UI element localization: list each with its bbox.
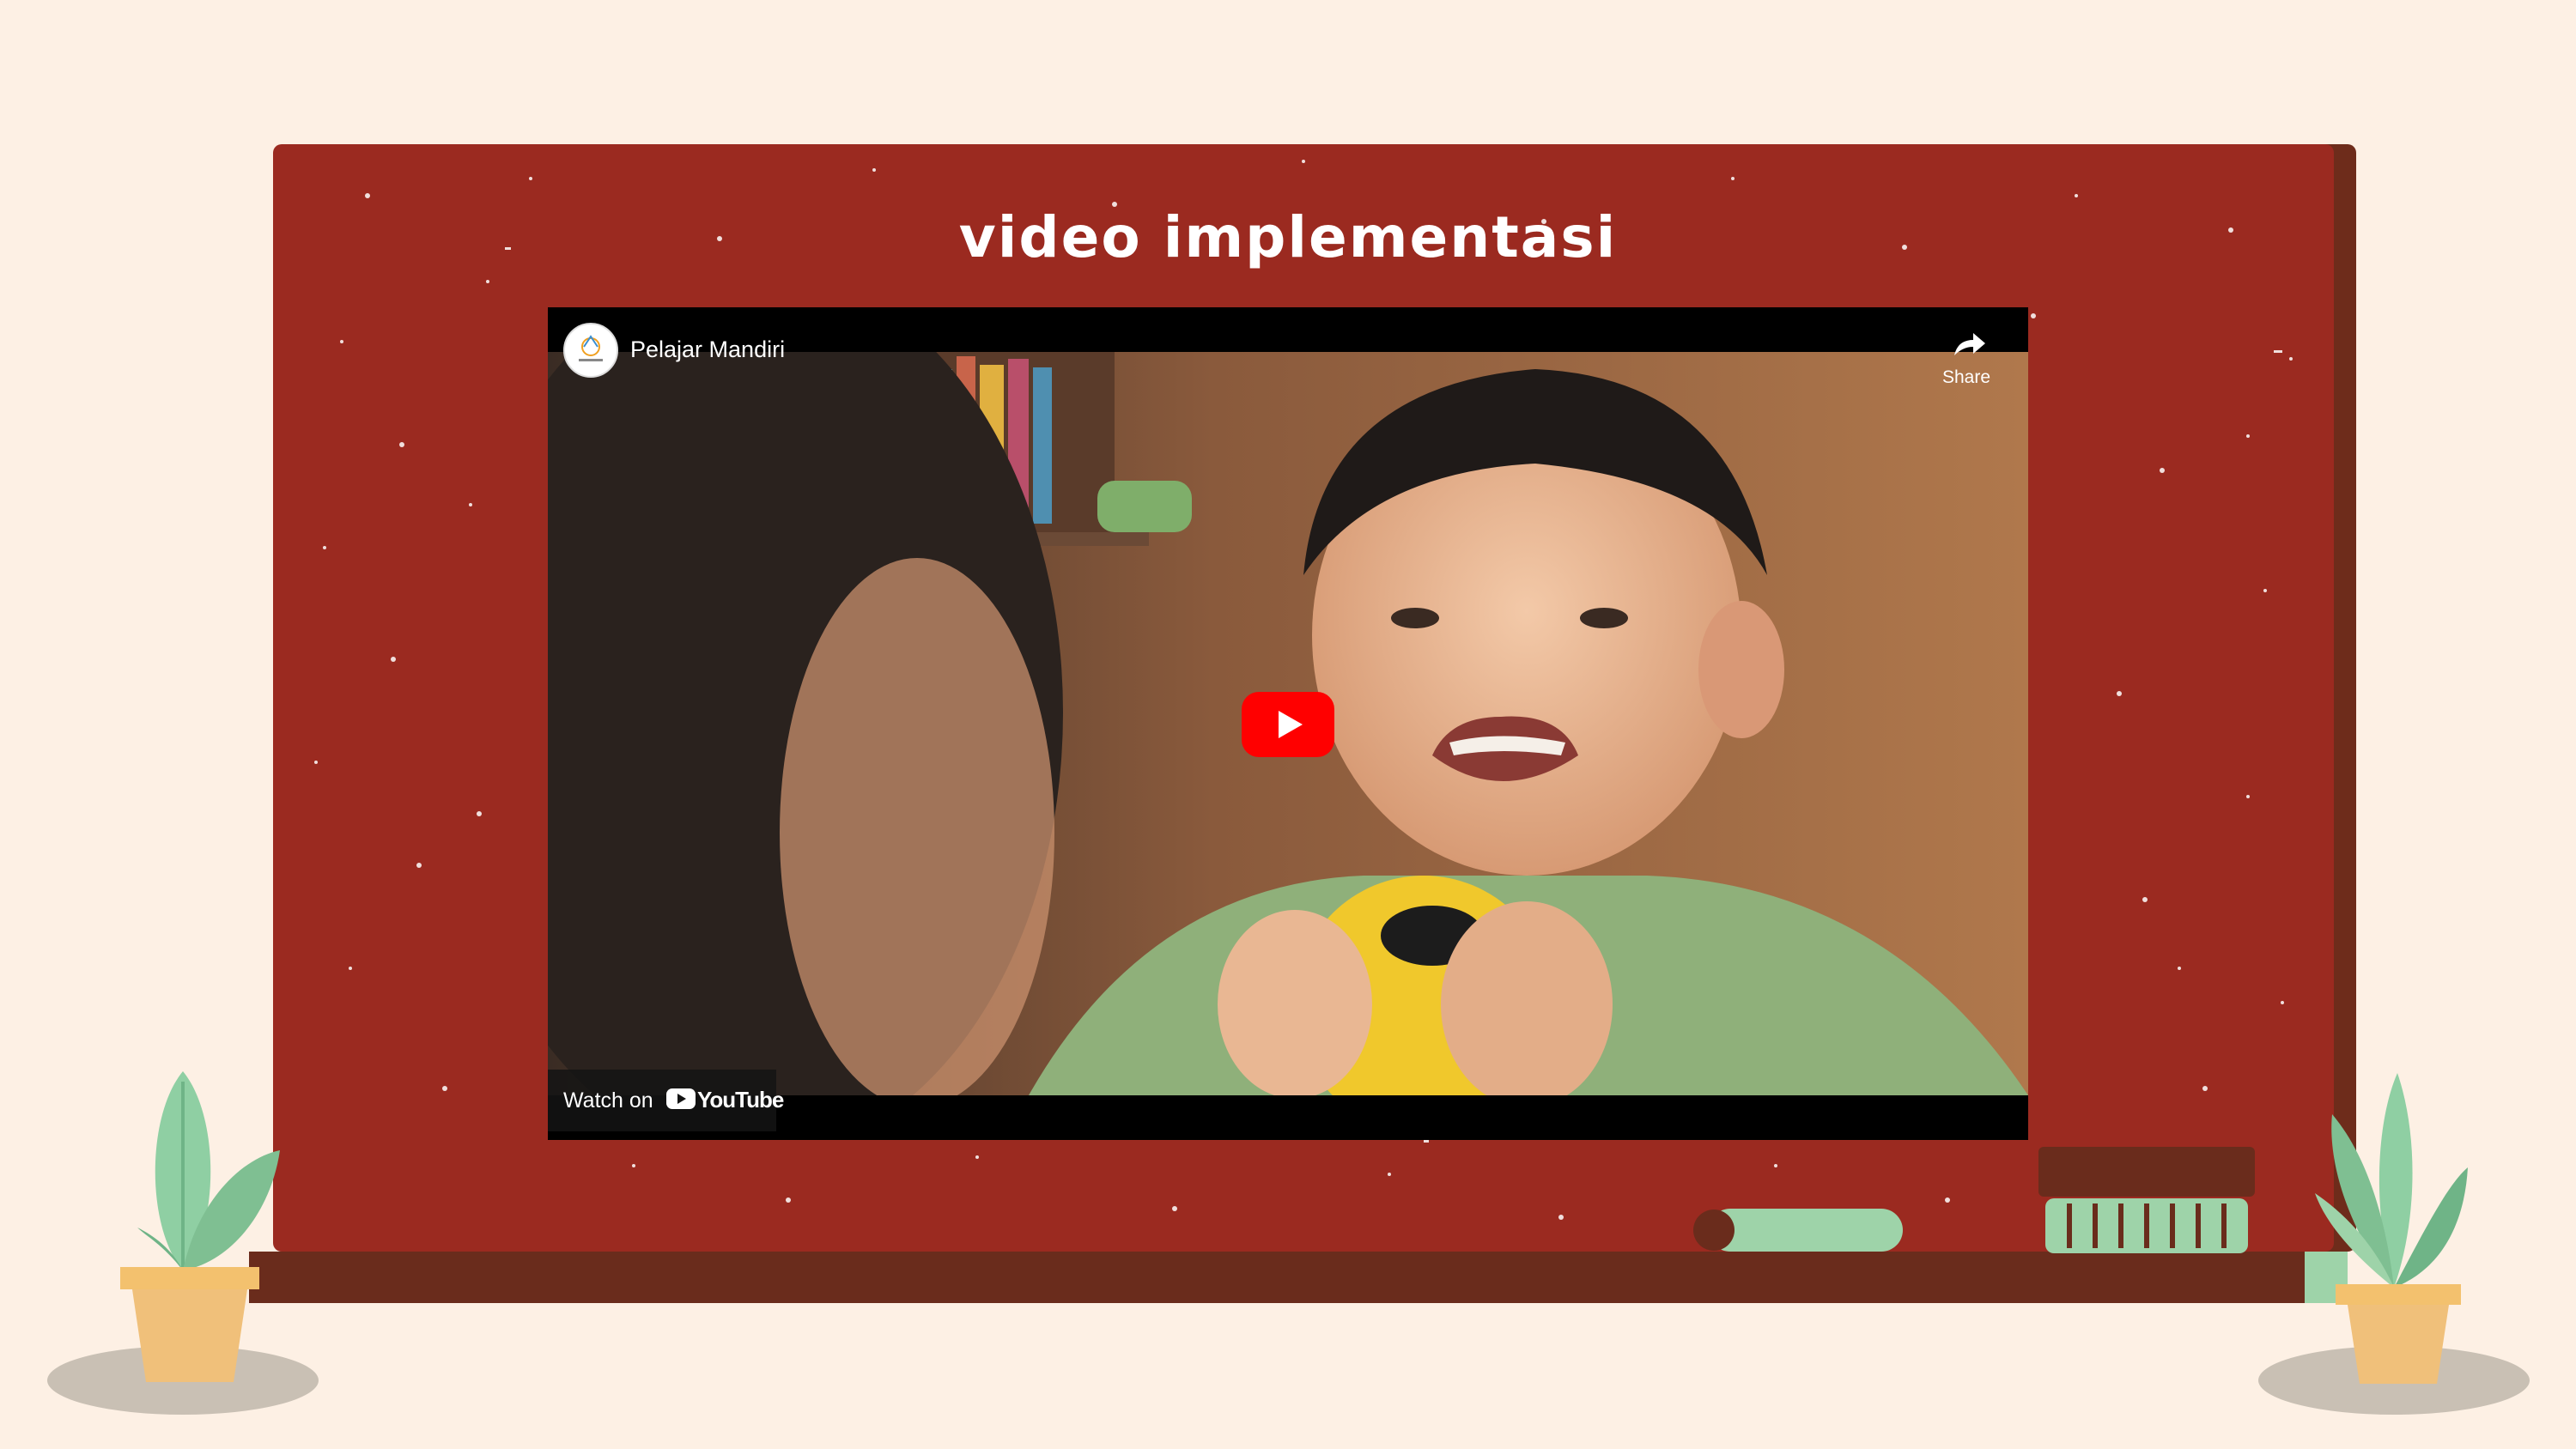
channel-name[interactable]: Pelajar Mandiri: [630, 336, 785, 363]
play-button[interactable]: [1242, 692, 1334, 757]
channel-avatar-icon[interactable]: [563, 323, 618, 378]
board-tray: [249, 1252, 2306, 1303]
share-label: Share: [1941, 367, 1991, 387]
right-plant-icon: [2258, 1073, 2530, 1415]
left-plant-icon: [47, 1071, 319, 1415]
eraser-icon: [2038, 1147, 2255, 1253]
share-button[interactable]: Share: [1932, 324, 2001, 393]
youtube-logo-icon: [666, 1088, 696, 1109]
slide-title: video implementasi: [958, 204, 1618, 270]
watch-on-label: Watch on: [563, 1088, 653, 1113]
youtube-embed[interactable]: Pelajar Mandiri Share Watch on YouTube: [548, 307, 2028, 1140]
play-icon: [1242, 692, 1334, 757]
youtube-label: YouTube: [697, 1087, 784, 1113]
share-arrow-icon: [1954, 333, 1985, 355]
chalk-icon: [1693, 1209, 1903, 1252]
watch-on-youtube-button[interactable]: Watch on YouTube: [548, 1070, 784, 1131]
